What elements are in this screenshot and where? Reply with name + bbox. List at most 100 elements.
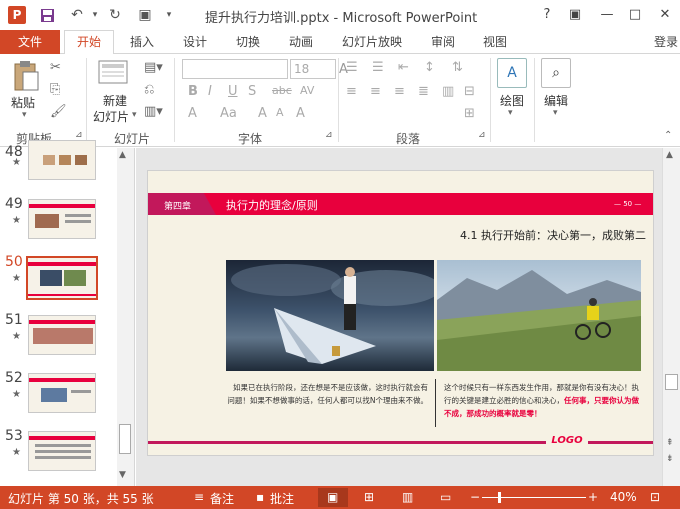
ribbon-display-options-icon[interactable]: ▣ [564,5,586,25]
bold-icon: B [188,84,198,99]
copy-icon[interactable]: ⎘ [50,82,60,97]
customize-toolbar-icon[interactable]: ▾ [160,6,178,24]
tab-file[interactable]: 文件 [0,30,60,54]
reading-view-icon[interactable]: ▥ [402,490,413,504]
comments-icon[interactable]: ▪ [256,490,264,504]
tab-insert[interactable]: 插入 [130,33,154,50]
format-painter-icon[interactable]: 🖌 [50,104,67,119]
section-icon[interactable]: ▥▾ [144,104,163,119]
ribbon-home: 粘贴 ▾ ✂ ⎘ 🖌 剪贴板 ⊿ 新建 幻灯片 ▾ ▤▾ ⎌ ▥▾ 幻灯片 18… [0,54,680,147]
underline-icon: U [228,84,238,99]
slide-canvas[interactable]: 第四章 执行力的理念/原则 — 50 — 4.1 执行开始前：决心第一，成败第二… [147,170,654,456]
font-name-field[interactable] [182,59,288,79]
align-left-icon: ≡ [346,84,357,99]
tab-design[interactable]: 设计 [183,33,207,50]
paragraph-launcher-icon[interactable]: ⊿ [478,130,486,140]
tab-slideshow[interactable]: 幻灯片放映 [342,33,402,50]
zoom-level[interactable]: 40% [610,490,637,504]
slide-left-text: 如果已在执行阶段，还在想是不是应该做，这时执行就会有问题！如果不想做事的话，任何… [227,383,428,405]
notes-button[interactable]: 备注 [210,490,234,507]
drawing-dropdown-icon[interactable]: ▾ [508,108,513,118]
paste-button[interactable]: 粘贴 [11,94,35,111]
cut-icon[interactable]: ✂ [50,60,61,75]
slide-thumbnail-49[interactable] [28,199,96,239]
slideshow-view-icon[interactable]: ▭ [440,490,451,504]
tab-view[interactable]: 视图 [483,33,507,50]
login-link[interactable]: 登录 [654,33,678,50]
font-launcher-icon[interactable]: ⊿ [325,130,333,140]
slide-thumbnail-pane: 48 ★ 49 ★ 50 ★ 51 ★ 52 ★ 53 ★ [0,140,135,486]
editing-button[interactable]: 编辑 [544,92,568,109]
smartart-icon: ⊞ [464,106,475,121]
group-label-font: 字体 [238,132,263,146]
powerpoint-logo-icon: P [8,6,26,24]
drawing-button[interactable]: 绘图 [500,92,524,109]
font-size-field[interactable]: 18 [290,59,336,79]
clipboard-launcher-icon[interactable]: ⊿ [75,130,83,140]
align-center-icon: ≡ [370,84,381,99]
star-icon: ★ [12,447,21,458]
maximize-button[interactable]: □ [624,5,646,25]
normal-view-button[interactable]: ▣ [318,488,348,507]
paste-dropdown-icon[interactable]: ▾ [22,110,27,120]
slide-thumbnail-51[interactable] [28,315,96,355]
new-slide-icon[interactable] [98,60,128,90]
slide-number: 52 [5,370,23,386]
fit-to-window-icon[interactable]: ⊡ [650,490,660,504]
scroll-up-icon[interactable]: ▲ [119,150,126,160]
star-icon: ★ [12,157,21,168]
redo-icon[interactable]: ↻ [106,6,124,24]
font-color-icon: A [188,106,197,121]
chapter-label: 第四章 [164,202,192,212]
editing-dropdown-icon[interactable]: ▾ [553,108,558,118]
save-icon[interactable] [38,6,56,24]
layout-icon[interactable]: ▤▾ [144,60,163,75]
comments-button[interactable]: 批注 [270,490,294,507]
thumbnail-scrollbar[interactable]: ▲ ▼ [117,148,134,486]
slide-thumbnail-53[interactable] [28,431,96,471]
slide-divider [435,379,436,427]
scroll-up-icon[interactable]: ▲ [666,150,673,160]
increase-font-icon: A [258,106,267,121]
undo-dropdown-icon[interactable]: ▾ [86,6,104,24]
slide-thumbnail-52[interactable] [28,373,96,413]
tab-review[interactable]: 审阅 [431,33,455,50]
help-button[interactable]: ? [536,5,558,25]
decrease-font-icon: A [276,106,284,119]
next-slide-icon[interactable]: ⇟ [666,454,674,464]
slide-scrollbar[interactable]: ▲ ⇞ ⇟ [662,148,680,486]
scroll-thumb[interactable] [119,424,131,454]
start-slideshow-icon[interactable]: ▣ [136,6,154,24]
slide-logo: LOGO [546,435,588,449]
slide-number: 49 [5,196,23,212]
previous-slide-icon[interactable]: ⇞ [666,438,674,448]
new-slide-label-1[interactable]: 新建 [103,92,127,109]
shadow-icon: S [248,84,257,99]
zoom-out-icon[interactable]: − [470,490,480,504]
tab-animations[interactable]: 动画 [289,33,313,50]
scroll-down-icon[interactable]: ▼ [119,470,126,480]
slide-thumbnail-50-selected[interactable] [26,256,98,300]
reset-icon[interactable]: ⎌ [144,82,154,97]
zoom-in-icon[interactable]: + [588,490,598,504]
zoom-slider-thumb[interactable] [498,492,501,503]
drawing-shapes-icon[interactable]: A [497,58,527,88]
close-button[interactable]: ✕ [654,5,676,25]
slide-page-number: — 50 — [614,200,642,208]
collapse-ribbon-icon[interactable]: ⌃ [664,130,672,141]
paste-icon[interactable] [12,60,40,96]
minimize-button[interactable]: — [596,5,618,25]
notes-icon[interactable]: ≡ [194,490,204,504]
tab-transitions[interactable]: 切换 [236,33,260,50]
slide-number: 53 [5,428,23,444]
slide-sorter-icon[interactable]: ⊞ [364,490,374,504]
new-slide-label-2[interactable]: 幻灯片 [93,108,129,125]
binoculars-icon[interactable]: ⌕ [541,58,571,88]
new-slide-dropdown-icon[interactable]: ▾ [132,110,137,120]
undo-icon[interactable]: ↶ [68,6,86,24]
slide-thumbnail-48[interactable] [28,140,96,180]
tab-home[interactable]: 开始 [64,30,114,55]
title-bar: P ↶ ▾ ↻ ▣ ▾ 提升执行力培训.pptx - Microsoft Pow… [0,0,680,30]
scroll-thumb[interactable] [665,374,678,390]
slide-number-current: 50 [5,254,23,270]
